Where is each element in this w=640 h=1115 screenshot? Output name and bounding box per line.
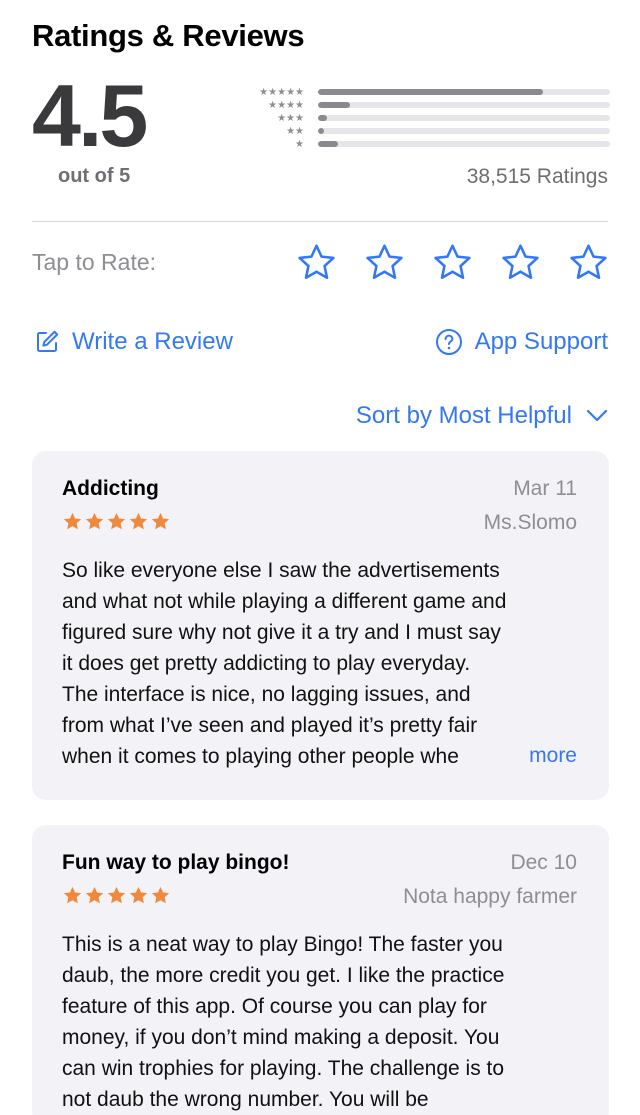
histogram-row-4: ★★★★ <box>240 99 610 112</box>
histogram-track <box>318 141 610 147</box>
histogram-stars-3: ★★★ <box>277 113 304 124</box>
rate-star-5-icon[interactable] <box>568 242 609 283</box>
app-support-button[interactable]: App Support <box>435 328 608 356</box>
histogram-row-5: ★★★★★ <box>240 86 610 99</box>
tap-to-rate-stars <box>296 242 609 283</box>
histogram-track <box>318 115 610 121</box>
review-date: Mar 11 <box>513 477 577 500</box>
review-line: So like everyone else I saw the advertis… <box>62 559 500 582</box>
review-line: it does get pretty addicting to play eve… <box>62 652 471 675</box>
total-ratings: 38,515 Ratings <box>466 165 608 188</box>
filled-star-icon <box>85 512 104 530</box>
filled-star-icon <box>63 886 82 904</box>
review-author: Nota happy farmer <box>403 885 577 908</box>
histogram-fill <box>318 102 351 108</box>
sort-label: Sort by Most Helpful <box>355 402 572 429</box>
filled-star-icon <box>63 512 82 530</box>
review-stars <box>62 511 171 532</box>
review-line: daub, the more credit you get. I like th… <box>62 964 505 987</box>
out-of-label: out of 5 <box>58 165 131 187</box>
rate-star-4-icon[interactable] <box>500 242 541 283</box>
more-link[interactable]: more <box>489 740 577 771</box>
review-line: money, if you don’t mind making a deposi… <box>62 1026 500 1049</box>
histogram-track <box>318 102 610 108</box>
review-line: can win trophies for playing. The challe… <box>62 1057 505 1080</box>
filled-star-icon <box>129 886 148 904</box>
histogram-fill <box>318 89 543 95</box>
review-card[interactable]: Fun way to play bingo! Dec 10 Nota happy… <box>32 825 609 1115</box>
review-line: This is a neat way to play Bingo! The fa… <box>62 933 503 956</box>
review-line: not daub the wrong number. You will be <box>62 1088 429 1111</box>
histogram-track <box>318 89 610 95</box>
review-line: figured sure why not give it a try and I… <box>62 621 501 644</box>
histogram-track <box>318 128 610 134</box>
review-title: Addicting <box>62 477 159 500</box>
rating-histogram: ★★★★★ ★★★★ ★★★ ★★ ★ <box>240 86 610 151</box>
review-line: and what not while playing a different g… <box>62 590 507 613</box>
rate-star-3-icon[interactable] <box>432 242 473 283</box>
review-card[interactable]: Addicting Mar 11 Ms.Slomo So like everyo… <box>32 451 609 800</box>
review-line: feature of this app. Of course you can p… <box>62 995 487 1018</box>
filled-star-icon <box>107 886 126 904</box>
chevron-down-icon <box>586 409 608 422</box>
filled-star-icon <box>129 512 148 530</box>
histogram-row-3: ★★★ <box>240 112 610 125</box>
rate-star-2-icon[interactable] <box>364 242 405 283</box>
review-stars <box>62 885 171 906</box>
review-date: Dec 10 <box>510 851 577 874</box>
histogram-fill <box>318 115 327 121</box>
rate-star-1-icon[interactable] <box>296 242 337 283</box>
filled-star-icon <box>107 512 126 530</box>
app-support-label: App Support <box>474 328 608 355</box>
filled-star-icon <box>151 886 170 904</box>
histogram-fill <box>318 141 339 147</box>
average-rating: 4.5 <box>32 66 148 165</box>
review-author: Ms.Slomo <box>483 511 577 534</box>
review-body: This is a neat way to play Bingo! The fa… <box>62 929 579 1115</box>
write-review-label: Write a Review <box>72 328 233 355</box>
question-circle-icon <box>435 329 462 355</box>
histogram-row-1: ★ <box>240 138 610 151</box>
histogram-stars-5: ★★★★★ <box>259 87 304 98</box>
histogram-fill <box>318 128 324 134</box>
filled-star-icon <box>151 512 170 530</box>
histogram-stars-1: ★ <box>295 139 304 150</box>
section-title: Ratings & Reviews <box>32 18 305 53</box>
divider <box>32 221 608 222</box>
review-line: The interface is nice, no lagging issues… <box>62 683 471 706</box>
histogram-stars-2: ★★ <box>286 126 304 137</box>
compose-icon <box>37 330 59 352</box>
write-review-button[interactable]: Write a Review <box>34 328 233 356</box>
review-title: Fun way to play bingo! <box>62 851 290 874</box>
filled-star-icon <box>85 886 104 904</box>
sort-button[interactable]: Sort by Most Helpful <box>356 402 608 430</box>
review-line: from what I’ve seen and played it’s pret… <box>62 714 478 737</box>
tap-to-rate-label: Tap to Rate: <box>32 249 157 275</box>
histogram-row-2: ★★ <box>240 125 610 138</box>
histogram-stars-4: ★★★★ <box>268 100 304 111</box>
